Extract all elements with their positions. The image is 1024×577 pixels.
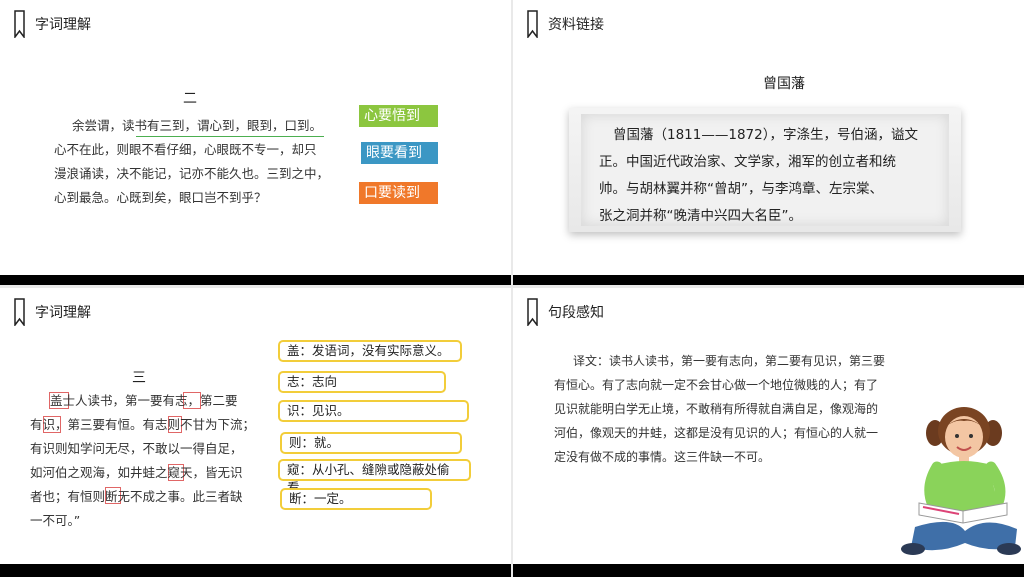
reading-girl-illustration: [901, 407, 1021, 555]
tag-heart: 心要悟到: [359, 105, 438, 127]
bio-line: 正。中国近代政治家、文学家，湘军的创立者和统: [599, 154, 896, 170]
slide-2[interactable]: 资料链接 曾国藩 曾国藩（1811——1872），字涤生，号伯涵，谥文 正。中国…: [513, 0, 1024, 285]
bio-line: 张之洞并称“晚清中兴四大名臣”。: [599, 208, 802, 224]
text-line: 漫浪诵读，决不能记，记亦不能久也。三到之中，: [54, 166, 330, 181]
note-box: 识：见识。: [278, 400, 469, 422]
bio-line: 帅。与胡林翼并称“曾胡”，与李鸿章、左宗棠、: [599, 181, 883, 197]
slide-title: 字词理解: [35, 305, 91, 321]
slide-header: 资料链接: [527, 10, 604, 38]
text-line: 者也；有恒则断无不成之事。此三者缺: [30, 489, 243, 504]
bookmark-icon: [14, 298, 25, 326]
translation-line: 河伯，像观天的井蛙，这都是没有见识的人；有恒心的人就一: [554, 426, 879, 440]
underline: [136, 136, 324, 137]
note-box: 则：就。: [280, 432, 462, 454]
bio-line: 曾国藩（1811——1872），字涤生，号伯涵，谥文: [613, 127, 918, 143]
slide-1[interactable]: 字词理解 二 余尝谓，读书有三到，谓心到，眼到，口到。 心不在此，则眼不看仔细，…: [0, 0, 511, 285]
slide-header: 字词理解: [14, 298, 91, 326]
text-line: 有识，第三要有恒。有志则不甘为下流；: [30, 417, 256, 432]
bookmark-icon: [527, 298, 538, 326]
note-box: 窥：从小孔、缝隙或隐蔽处偷看。: [278, 459, 471, 495]
translation-line: 见识就能明白学无止境，不敢稍有所得就自满自足，像观海的: [554, 402, 879, 416]
slide-footer-bar: [513, 564, 1024, 577]
slide-header: 字词理解: [14, 10, 91, 38]
section-number: 二: [183, 91, 197, 107]
text-line: 盖士人读书，第一要有志，第二要: [50, 393, 238, 408]
note-box: 断：一定。: [280, 488, 432, 510]
bookmark-icon: [14, 10, 25, 38]
tag-eye: 眼要看到: [361, 142, 438, 164]
text-line: 余尝谓，读书有三到，谓心到，眼到，口到。: [72, 118, 323, 133]
tag-mouth: 口要读到: [359, 182, 438, 204]
slide-header: 句段感知: [527, 298, 604, 326]
note-box: 志：志向: [278, 371, 446, 393]
slide-title: 句段感知: [548, 305, 604, 321]
slide-footer-bar: [0, 564, 511, 577]
slide-footer-bar: [0, 275, 511, 285]
translation-line: 译文：读书人读书，第一要有志向，第二要有见识，第三要: [573, 354, 886, 368]
slide-title: 字词理解: [35, 17, 91, 33]
text-line: 有识则知学问无尽，不敢以一得自足，: [30, 441, 243, 456]
person-name: 曾国藩: [763, 76, 805, 92]
slide-3[interactable]: 字词理解 三 盖士人读书，第一要有志，第二要 有识，第三要有恒。有志则不甘为下流…: [0, 288, 511, 577]
text-line: 如河伯之观海，如井蛙之窥天，皆无识: [30, 465, 243, 480]
slide-footer-bar: [513, 275, 1024, 285]
text-line: 一不可。”: [30, 513, 81, 528]
section-number: 三: [132, 370, 146, 386]
note-box: 盖：发语词，没有实际意义。: [278, 340, 462, 362]
text-line: 心不在此，则眼不看仔细，心眼既不专一，却只: [54, 142, 317, 157]
translation-line: 有恒心。有了志向就一定不会甘心做一个地位微贱的人；有了: [554, 378, 879, 392]
bookmark-icon: [527, 10, 538, 38]
translation-line: 定没有做不成的事情。这三件缺一不可。: [554, 450, 771, 464]
text-line: 心到最急。心既到矣，眼口岂不到乎？: [54, 190, 267, 205]
slide-title: 资料链接: [548, 17, 604, 33]
slide-4[interactable]: 句段感知 译文：读书人读书，第一要有志向，第二要有见识，第三要 有恒心。有了志向…: [513, 288, 1024, 577]
